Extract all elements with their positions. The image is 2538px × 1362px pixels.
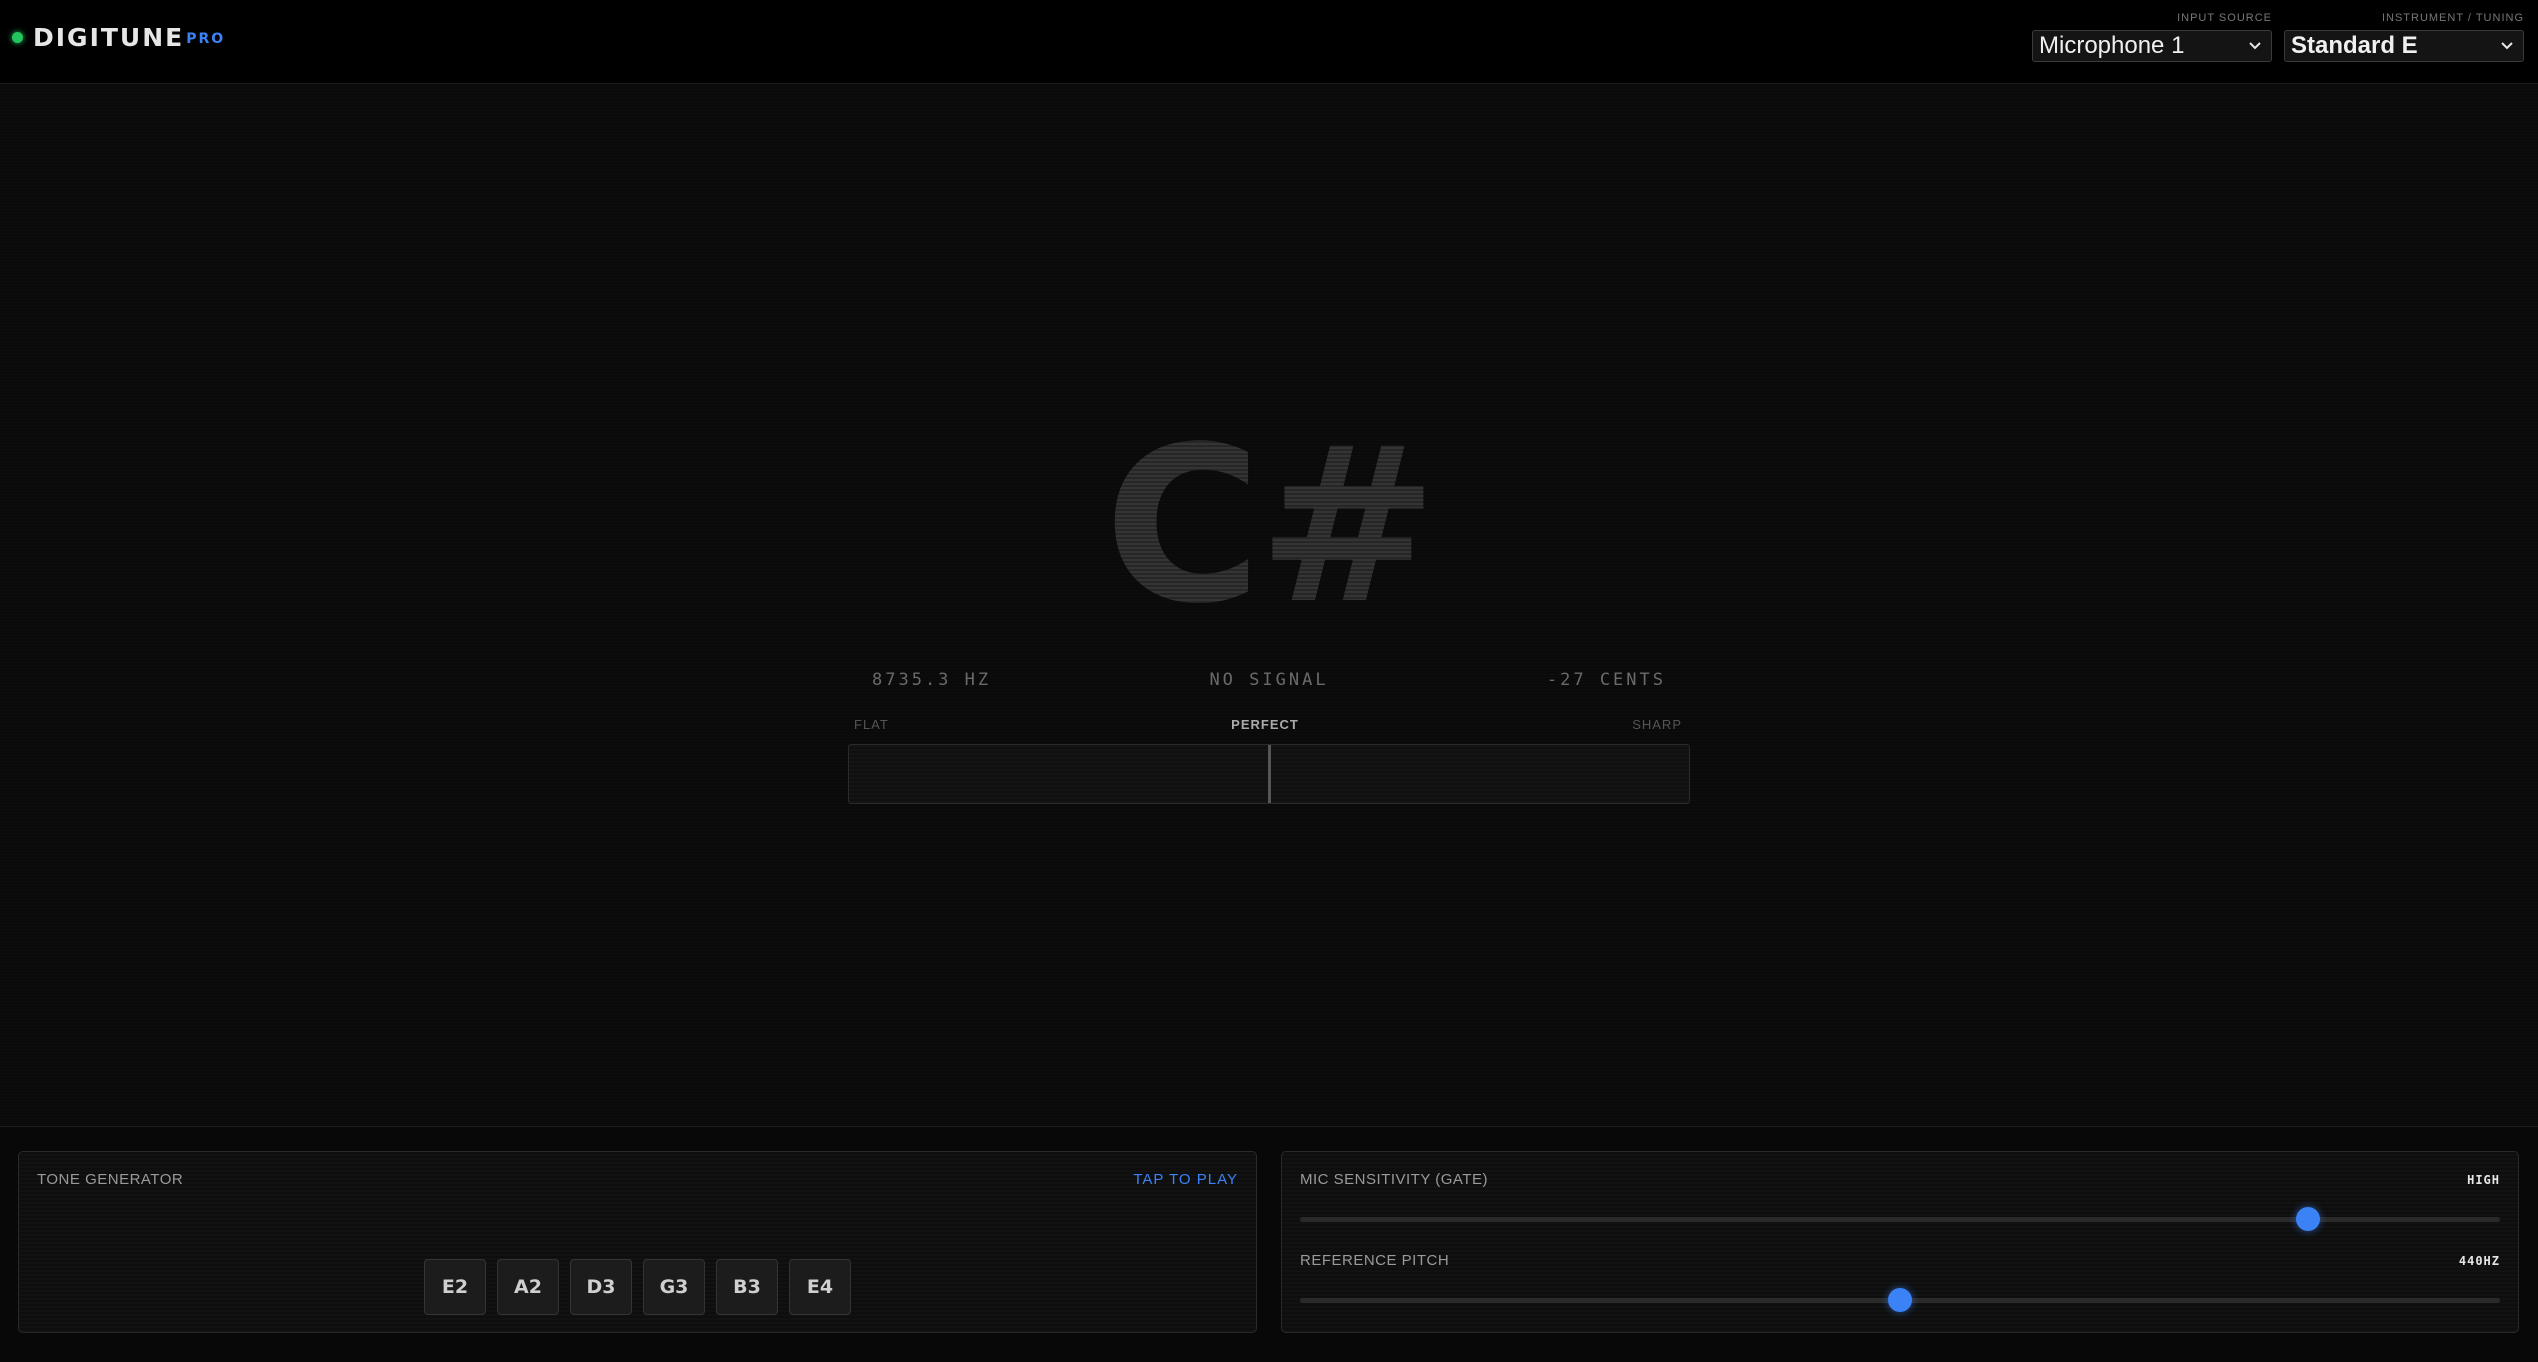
cents-readout: -27 CENTS — [1546, 670, 1666, 690]
reference-pitch-label: REFERENCE PITCH — [1300, 1252, 1450, 1269]
tuning-group: INSTRUMENT / TUNING Standard E — [2284, 10, 2524, 62]
tuning-select[interactable]: Standard E — [2284, 30, 2524, 62]
tone-button-g3[interactable]: G3 — [643, 1259, 705, 1315]
chevron-down-icon — [2249, 42, 2261, 50]
signal-status: NO SIGNAL — [1209, 670, 1329, 690]
app-header: DIGITUNE PRO INPUT SOURCE Microphone 1 I… — [0, 0, 2538, 84]
tone-button-b3[interactable]: B3 — [716, 1259, 778, 1315]
reference-pitch-slider[interactable] — [1300, 1288, 2500, 1312]
status-dot-icon — [12, 31, 23, 43]
tone-button-e2[interactable]: E2 — [424, 1259, 486, 1315]
reference-pitch-value: 440HZ — [2458, 1254, 2500, 1268]
mic-sensitivity-value: HIGH — [2467, 1173, 2500, 1187]
tap-to-play-label: TAP TO PLAY — [1133, 1171, 1238, 1188]
input-source-select[interactable]: Microphone 1 — [2032, 30, 2272, 62]
tone-generator-title: TONE GENERATOR — [37, 1171, 184, 1188]
settings-panel: MIC SENSITIVITY (GATE) HIGH REFERENCE PI… — [1281, 1151, 2519, 1333]
tuning-label: INSTRUMENT / TUNING — [2381, 12, 2524, 24]
meter-sharp-label: SHARP — [1632, 717, 1682, 732]
input-source-value: Microphone 1 — [2039, 32, 2185, 59]
mic-sensitivity-label: MIC SENSITIVITY (GATE) — [1300, 1171, 1488, 1188]
reference-pitch-thumb[interactable] — [1888, 1288, 1912, 1312]
mic-sensitivity-thumb[interactable] — [2296, 1207, 2320, 1231]
frequency-readout: 8735.3 HZ — [872, 670, 992, 690]
logo-pro-badge: PRO — [186, 31, 226, 47]
logo: DIGITUNE PRO — [12, 20, 225, 54]
detected-note: C# — [1000, 400, 1538, 651]
tuning-meter — [848, 744, 1690, 804]
tuning-value: Standard E — [2291, 32, 2418, 59]
tone-button-d3[interactable]: D3 — [570, 1259, 632, 1315]
mic-sensitivity-slider[interactable] — [1300, 1207, 2500, 1231]
meter-needle — [1268, 745, 1271, 803]
tone-button-e4[interactable]: E4 — [789, 1259, 851, 1315]
meter-flat-label: FLAT — [854, 717, 889, 732]
tone-generator-panel: TONE GENERATOR TAP TO PLAY E2 A2 D3 G3 B… — [18, 1151, 1257, 1333]
logo-text: DIGITUNE — [33, 22, 185, 52]
input-source-group: INPUT SOURCE Microphone 1 — [2032, 10, 2272, 62]
tone-button-a2[interactable]: A2 — [497, 1259, 559, 1315]
input-source-label: INPUT SOURCE — [2177, 12, 2272, 24]
meter-perfect-label: PERFECT — [1231, 717, 1299, 732]
chevron-down-icon — [2501, 42, 2513, 50]
